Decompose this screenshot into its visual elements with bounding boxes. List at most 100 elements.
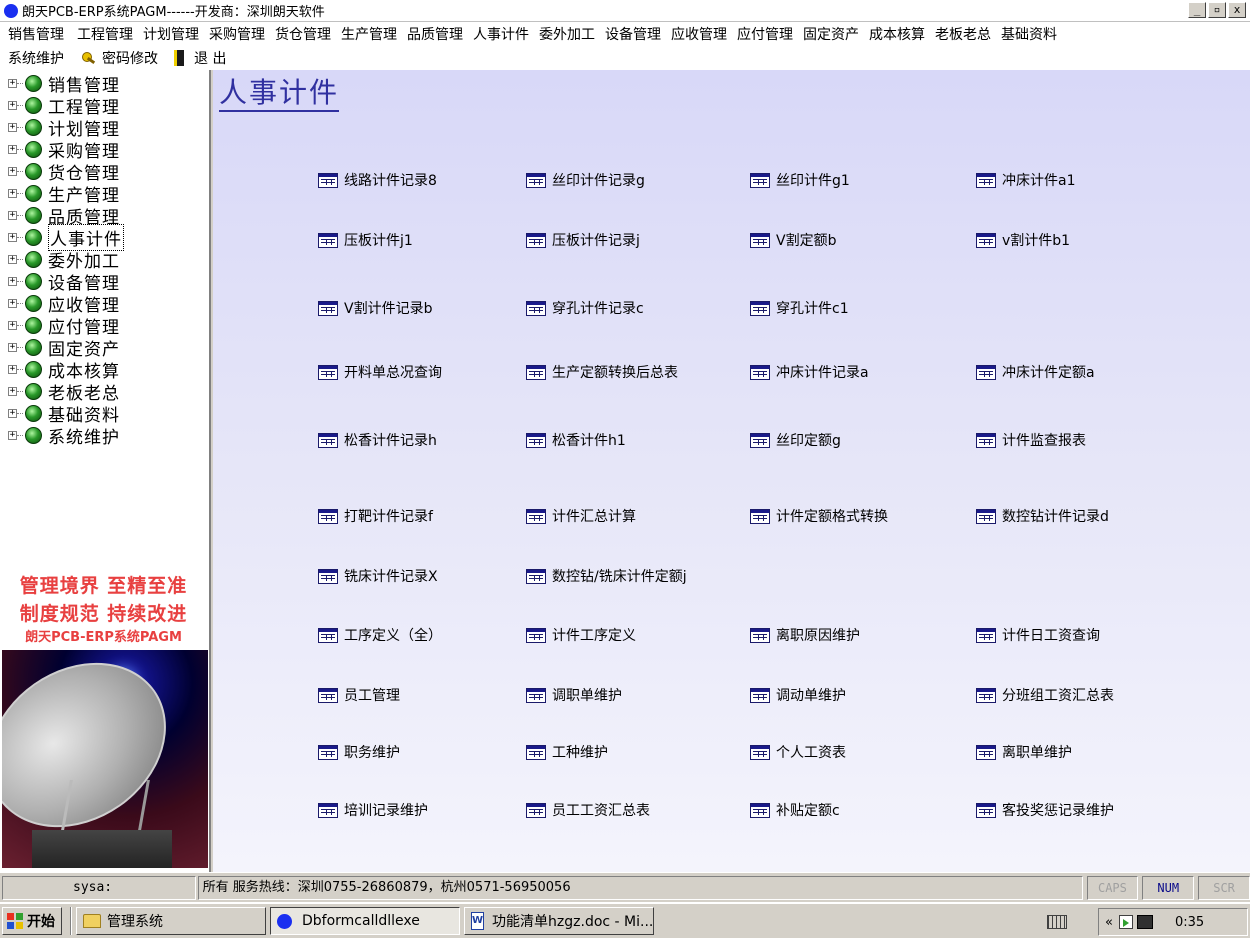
- tree-item[interactable]: + 应收管理: [0, 292, 124, 316]
- function-link[interactable]: 职务维护: [318, 742, 400, 762]
- tree-item[interactable]: + 委外加工: [0, 248, 124, 272]
- menu-item[interactable]: 应收管理: [666, 24, 732, 44]
- maximize-button[interactable]: ▫: [1208, 2, 1226, 18]
- minimize-button[interactable]: _: [1188, 2, 1206, 18]
- tree-item[interactable]: + 销售管理: [0, 72, 124, 96]
- function-link[interactable]: 调动单维护: [750, 685, 846, 705]
- menu-item[interactable]: 计划管理: [138, 24, 204, 44]
- menu-password[interactable]: 密码修改: [72, 48, 166, 68]
- start-button[interactable]: 开始: [2, 907, 62, 935]
- function-link[interactable]: 穿孔计件记录c: [526, 298, 644, 318]
- tree-item[interactable]: + 工程管理: [0, 94, 124, 118]
- function-link[interactable]: v割计件b1: [976, 230, 1070, 250]
- tree-item[interactable]: + 应付管理: [0, 314, 124, 338]
- menu-item[interactable]: 基础资料: [996, 24, 1062, 44]
- function-link[interactable]: 冲床计件a1: [976, 170, 1076, 190]
- menu-item[interactable]: 工程管理: [72, 24, 138, 44]
- menu-system[interactable]: 系统维护: [0, 48, 72, 68]
- function-link[interactable]: 调职单维护: [526, 685, 622, 705]
- menu-item[interactable]: 生产管理: [336, 24, 402, 44]
- function-link[interactable]: 压板计件记录j: [526, 230, 640, 250]
- menu-item[interactable]: 成本核算: [864, 24, 930, 44]
- close-button[interactable]: x: [1228, 2, 1246, 18]
- tree-item[interactable]: + 老板老总: [0, 380, 124, 404]
- function-link[interactable]: 丝印定额g: [750, 430, 841, 450]
- function-link[interactable]: 计件定额格式转换: [750, 506, 888, 526]
- expand-icon[interactable]: +: [8, 298, 17, 308]
- expand-icon[interactable]: +: [8, 408, 17, 418]
- tree-item[interactable]: + 生产管理: [0, 182, 124, 206]
- function-link[interactable]: 员工管理: [318, 685, 400, 705]
- expand-icon[interactable]: +: [8, 254, 17, 264]
- menu-item[interactable]: 销售管理: [0, 24, 72, 44]
- function-link[interactable]: 松香计件h1: [526, 430, 626, 450]
- expand-icon[interactable]: +: [8, 342, 17, 352]
- function-link[interactable]: 冲床计件记录a: [750, 362, 869, 382]
- function-link[interactable]: V割定额b: [750, 230, 836, 250]
- function-link[interactable]: 员工工资汇总表: [526, 800, 650, 820]
- function-link[interactable]: 生产定额转换后总表: [526, 362, 678, 382]
- expand-icon[interactable]: +: [8, 210, 17, 220]
- expand-icon[interactable]: +: [8, 386, 17, 396]
- function-link[interactable]: 丝印计件g1: [750, 170, 850, 190]
- menu-item[interactable]: 货仓管理: [270, 24, 336, 44]
- function-link[interactable]: 铣床计件记录X: [318, 566, 438, 586]
- expand-icon[interactable]: +: [8, 100, 17, 110]
- menu-item[interactable]: 老板老总: [930, 24, 996, 44]
- tree-item[interactable]: + 采购管理: [0, 138, 124, 162]
- task-word-doc[interactable]: W 功能清单hzgz.doc - Mi...: [464, 907, 654, 935]
- menu-exit[interactable]: 退 出: [166, 48, 234, 68]
- function-link[interactable]: 穿孔计件c1: [750, 298, 849, 318]
- expand-icon[interactable]: +: [8, 166, 17, 176]
- expand-icon[interactable]: +: [8, 122, 17, 132]
- function-link[interactable]: 计件汇总计算: [526, 506, 636, 526]
- function-link[interactable]: 工种维护: [526, 742, 608, 762]
- expand-icon[interactable]: +: [8, 78, 17, 88]
- function-link[interactable]: 压板计件j1: [318, 230, 413, 250]
- function-link[interactable]: 松香计件记录h: [318, 430, 437, 450]
- function-link[interactable]: 培训记录维护: [318, 800, 428, 820]
- function-link[interactable]: 计件工序定义: [526, 625, 636, 645]
- task-dbform[interactable]: Dbformcalldllexe: [270, 907, 460, 935]
- function-link[interactable]: 数控钻计件记录d: [976, 506, 1109, 526]
- tree-item[interactable]: + 基础资料: [0, 402, 124, 426]
- expand-icon[interactable]: +: [8, 430, 17, 440]
- function-link[interactable]: 补贴定额c: [750, 800, 840, 820]
- tree-item[interactable]: + 计划管理: [0, 116, 124, 140]
- tree-item[interactable]: + 人事计件: [0, 223, 124, 251]
- menu-item[interactable]: 采购管理: [204, 24, 270, 44]
- function-link[interactable]: 数控钻/铣床计件定额j: [526, 566, 687, 586]
- function-link[interactable]: 计件监查报表: [976, 430, 1086, 450]
- expand-icon[interactable]: +: [8, 320, 17, 330]
- menu-item[interactable]: 固定资产: [798, 24, 864, 44]
- function-link[interactable]: 客投奖惩记录维护: [976, 800, 1114, 820]
- menu-item[interactable]: 设备管理: [600, 24, 666, 44]
- tree-item[interactable]: + 货仓管理: [0, 160, 124, 184]
- expand-icon[interactable]: +: [8, 232, 17, 242]
- expand-icon[interactable]: +: [8, 188, 17, 198]
- function-link[interactable]: V割计件记录b: [318, 298, 432, 318]
- media-player-icon[interactable]: [1118, 915, 1133, 929]
- function-link[interactable]: 打靶计件记录f: [318, 506, 433, 526]
- expand-icon[interactable]: +: [8, 276, 17, 286]
- keyboard-icon[interactable]: [1047, 915, 1067, 929]
- expand-icon[interactable]: +: [8, 144, 17, 154]
- function-link[interactable]: 离职单维护: [976, 742, 1072, 762]
- function-link[interactable]: 工序定义（全）: [318, 625, 442, 645]
- function-link[interactable]: 冲床计件定额a: [976, 362, 1095, 382]
- menu-item[interactable]: 应付管理: [732, 24, 798, 44]
- tree-item[interactable]: + 成本核算: [0, 358, 124, 382]
- menu-item[interactable]: 人事计件: [468, 24, 534, 44]
- monitor-icon[interactable]: [1136, 915, 1153, 929]
- menu-item[interactable]: 委外加工: [534, 24, 600, 44]
- function-link[interactable]: 线路计件记录8: [318, 170, 437, 190]
- tree-item[interactable]: + 设备管理: [0, 270, 124, 294]
- tree-item[interactable]: + 固定资产: [0, 336, 124, 360]
- function-link[interactable]: 丝印计件记录g: [526, 170, 645, 190]
- function-link[interactable]: 计件日工资查询: [976, 625, 1100, 645]
- function-link[interactable]: 开料单总况查询: [318, 362, 442, 382]
- function-link[interactable]: 个人工资表: [750, 742, 846, 762]
- function-link[interactable]: 分班组工资汇总表: [976, 685, 1114, 705]
- tray-expand-icon[interactable]: «: [1105, 915, 1113, 930]
- expand-icon[interactable]: +: [8, 364, 17, 374]
